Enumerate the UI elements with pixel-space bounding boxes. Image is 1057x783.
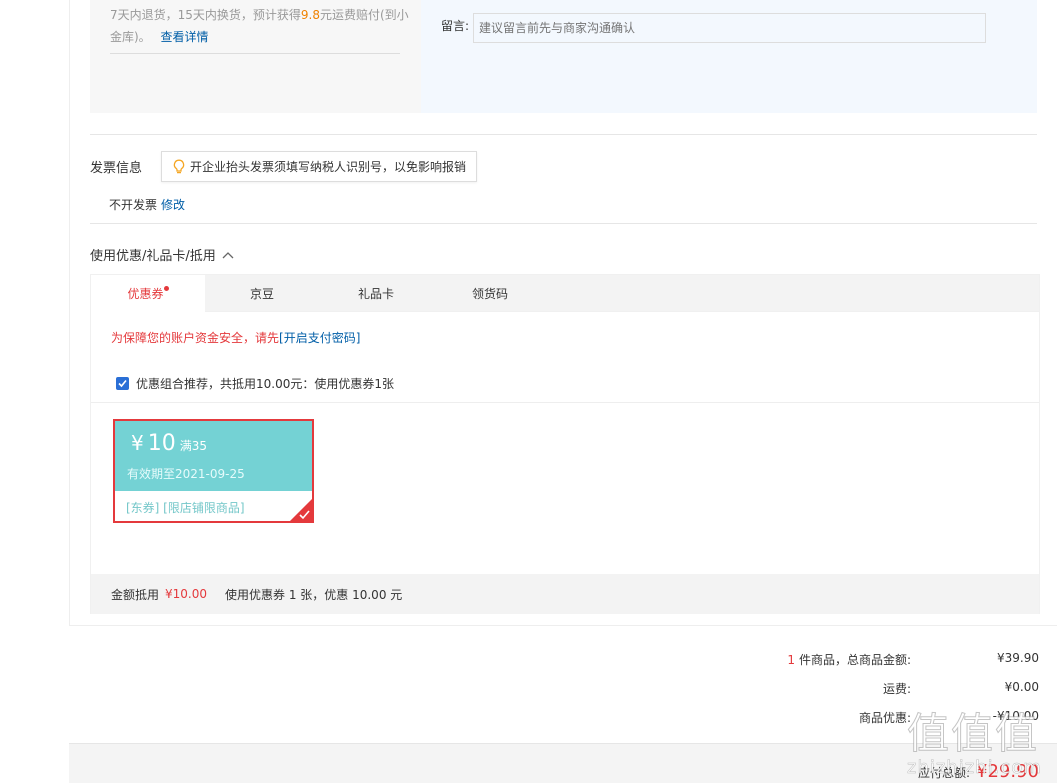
site-watermark: 值值值 zhizhizhi.com [907,700,1047,783]
tab-jingdou[interactable]: 京豆 [205,275,319,313]
invoice-title: 发票信息 [90,161,143,176]
watermark-logo: 值值值 [907,709,1040,759]
coupon-tags: [东券] [限店铺限商品] [126,501,245,515]
combo-recommend[interactable]: 优惠组合推荐，共抵用10.00元：使用优惠券1张 [116,375,394,392]
coupon-card-header: ¥10 满35 有效期至2021-09-25 [115,421,312,491]
lightbulb-icon [173,159,185,173]
tab-coupon[interactable]: 优惠券 [91,275,205,314]
chevron-up-icon [222,251,234,258]
coupon-panel: 为保障您的账户资金安全，请先[开启支付密码] 优惠组合推荐，共抵用10.00元：… [90,312,1040,614]
coupon-summary: 金额抵用 ¥10.00 使用优惠券 1 张，优惠 10.00 元 [91,574,1039,614]
tab-redeem-code[interactable]: 领货码 [433,275,547,313]
remark-box: 留言: [421,0,1037,113]
coupon-card[interactable]: ¥10 满35 有效期至2021-09-25 [东券] [限店铺限商品] [113,419,314,523]
section-divider [90,223,1037,224]
summary-label: 金额抵用 [111,587,160,602]
freight-compensation-amount: 9.8 [300,8,320,22]
discount-label: 商品优惠: [858,711,911,725]
shipping-policy-box: 7天内退货，15天内换货，预计获得9.8元运费赔付(到小金库)。 查看详情 [90,0,421,113]
item-count: 1 [787,653,795,667]
remark-input[interactable] [473,13,986,43]
combo-checkbox[interactable] [116,377,129,390]
divider [110,53,400,54]
security-warning: 为保障您的账户资金安全，请先[开启支付密码] [111,331,361,345]
goods-total-row: 1 件商品，总商品金额: ¥39.90 [787,651,1039,667]
coupon-threshold: 满35 [179,439,208,453]
return-policy-text: 7天内退货，15天内换货，预计获得9.8元运费赔付(到小金库)。 查看详情 [110,8,409,44]
section-divider [90,134,1037,135]
invoice-status: 不开发票 修改 [109,198,186,212]
freight-value: ¥0.00 [1004,680,1039,694]
coupon-expiry: 有效期至2021-09-25 [127,467,245,481]
remark-label: 留言: [441,19,470,33]
watermark-site: zhizhizhi.com [907,757,1042,779]
coupon-section-title: 使用优惠/礼品卡/抵用 [90,249,216,264]
tab-gift-card[interactable]: 礼品卡 [319,275,433,313]
enable-payment-password-link[interactable]: [开启支付密码] [279,331,360,345]
freight-row: 运费: ¥0.00 [651,680,1039,697]
invoice-edit-link[interactable]: 修改 [161,198,185,212]
freight-label: 运费: [882,682,911,696]
invoice-tip: 开企业抬头发票须填写纳税人识别号，以免影响报销 [161,151,478,182]
divider [91,402,1039,403]
coupon-tabs: 优惠券 京豆 礼品卡 领货码 [90,274,1040,314]
goods-total-value: ¥39.90 [997,651,1039,665]
checkmark-icon [118,379,127,388]
summary-amount: ¥10.00 [165,587,208,601]
coupon-section-toggle[interactable]: 使用优惠/礼品卡/抵用 [90,245,234,264]
new-badge-dot [163,286,169,291]
invoice-tip-text: 开企业抬头发票须填写纳税人识别号，以免影响报销 [190,160,467,174]
summary-used: 使用优惠券 1 张，优惠 10.00 元 [225,587,403,602]
coupon-amount: ¥10 满35 [131,431,208,456]
view-detail-link[interactable]: 查看详情 [161,30,209,44]
selected-check-icon [290,499,312,521]
combo-text: 优惠组合推荐，共抵用10.00元：使用优惠券1张 [136,377,394,391]
